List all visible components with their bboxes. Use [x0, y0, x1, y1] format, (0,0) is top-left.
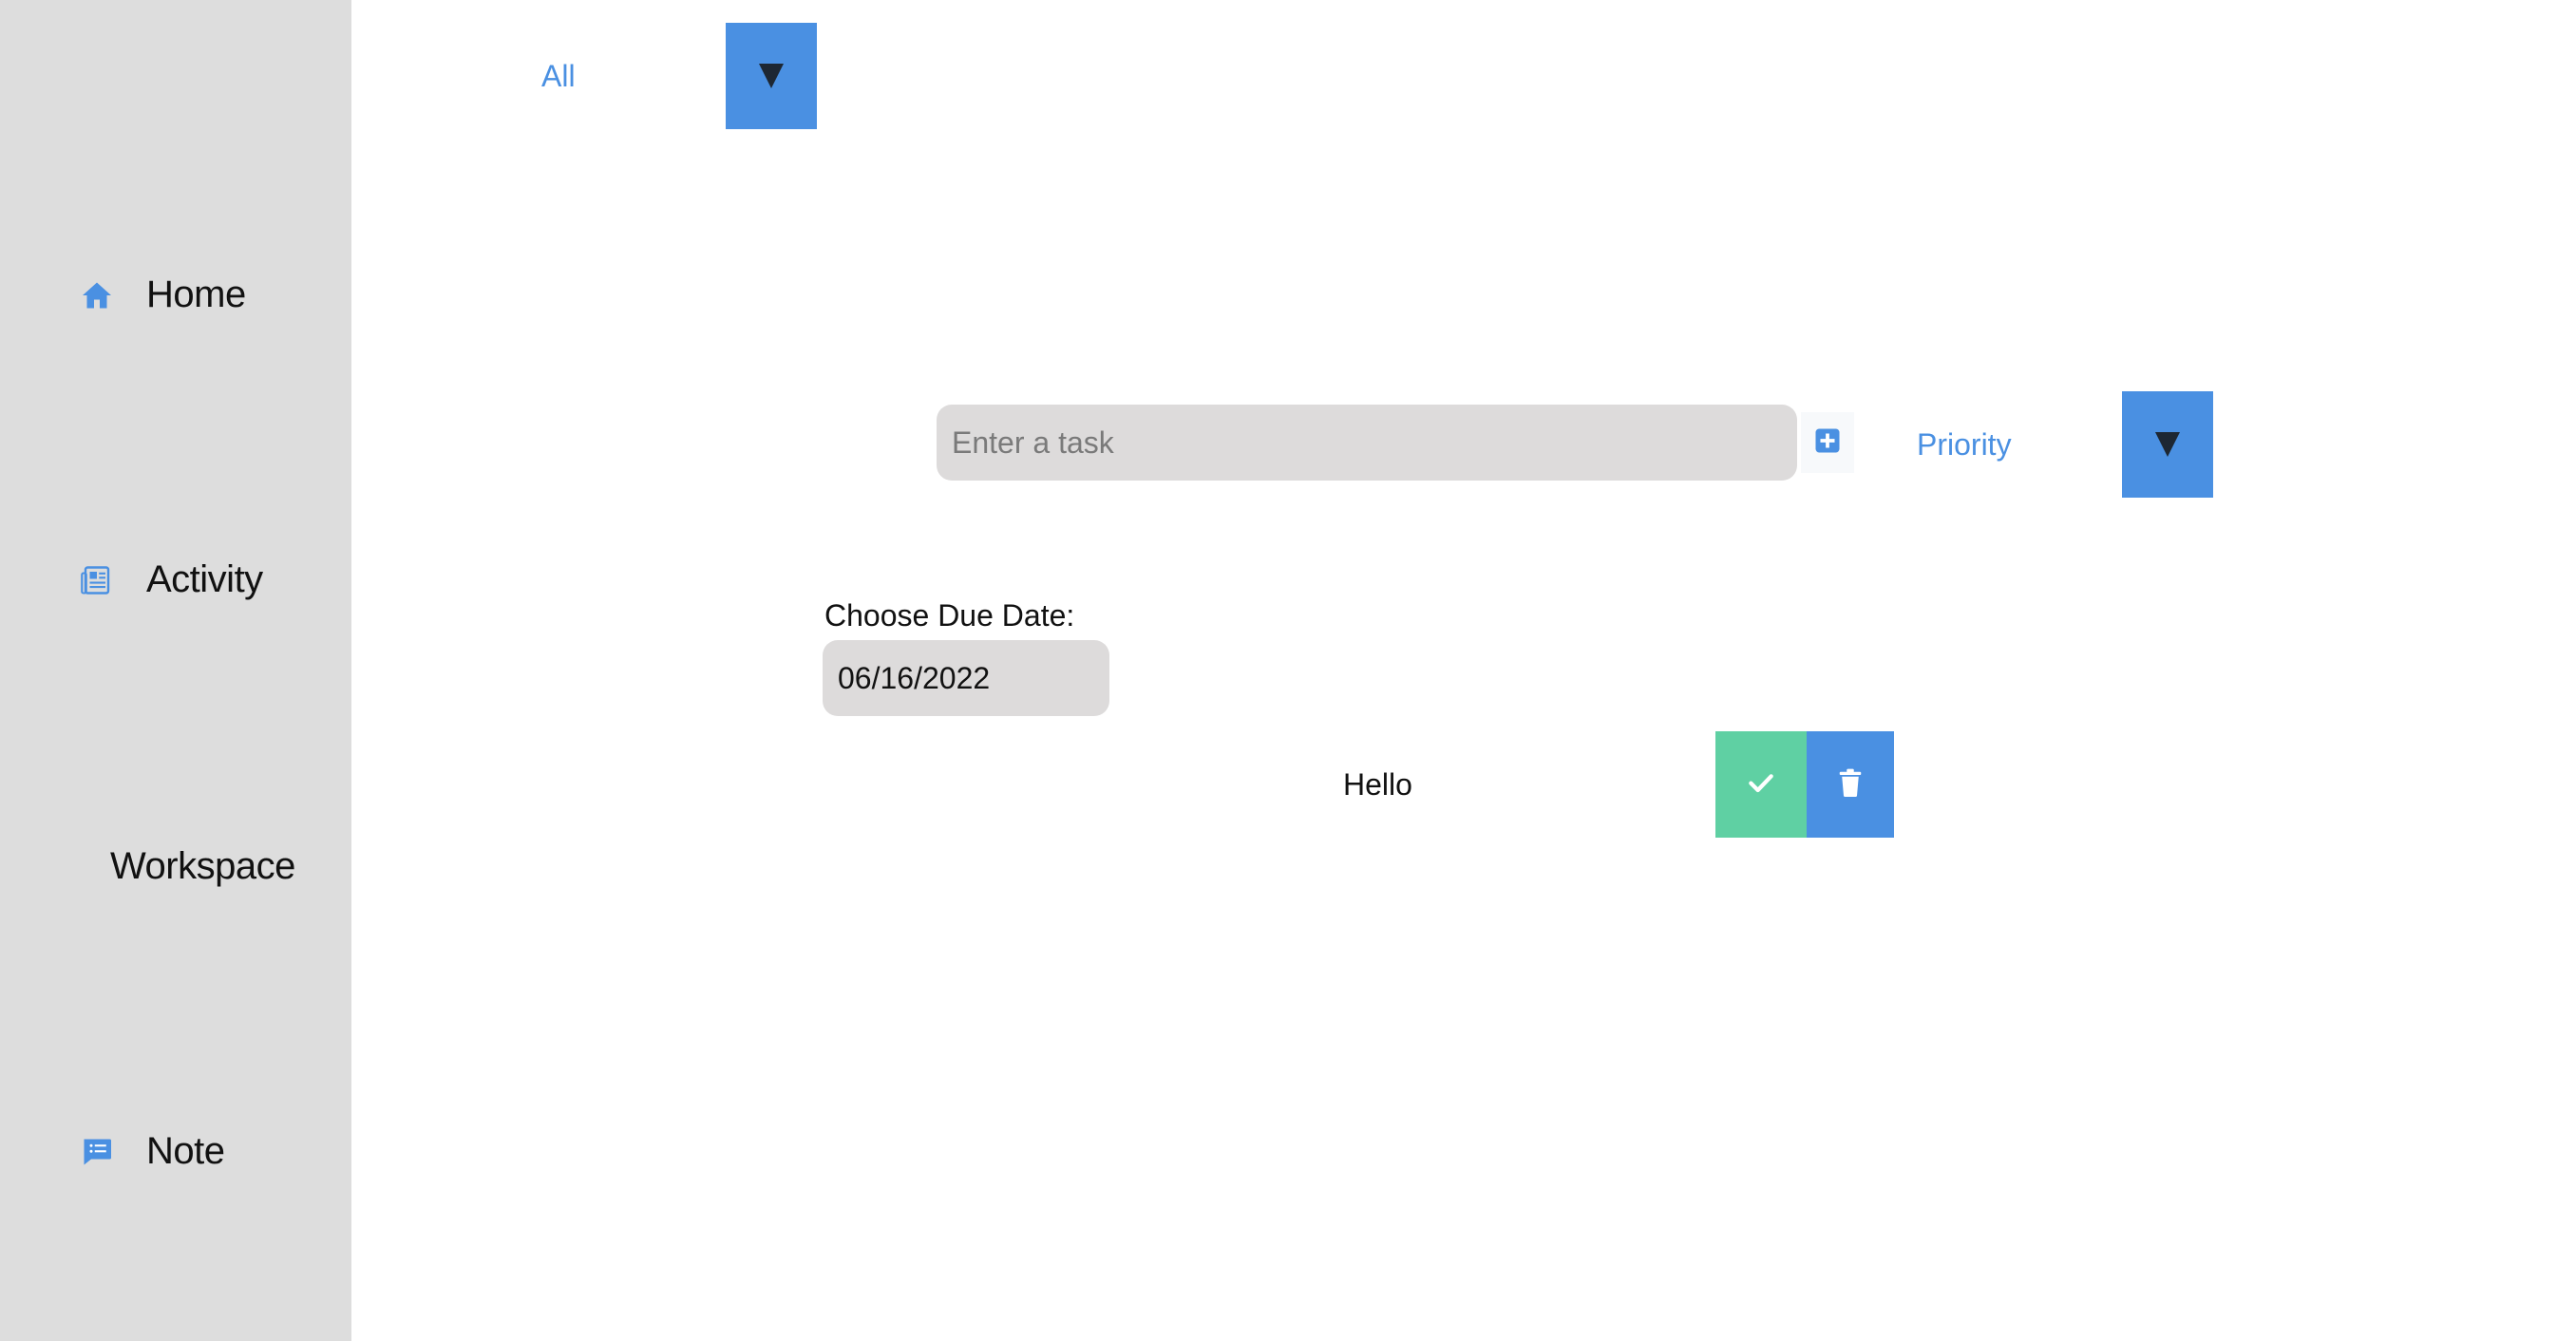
sidebar-item-label: Note	[146, 1130, 225, 1172]
check-icon	[1746, 767, 1776, 803]
sidebar-item-note[interactable]: Note	[80, 1130, 225, 1173]
todo-item: Hello	[1330, 731, 1900, 838]
add-task-button[interactable]	[1801, 412, 1854, 473]
filter-dropdown-button[interactable]	[726, 23, 817, 129]
filter-select[interactable]: All	[418, 23, 817, 129]
complete-button[interactable]	[1715, 731, 1807, 838]
due-date-label: Choose Due Date:	[824, 598, 1075, 633]
plus-square-icon	[1813, 426, 1842, 460]
comment-list-icon	[80, 1135, 114, 1169]
sidebar-item-home[interactable]: Home	[80, 274, 246, 316]
due-date-input[interactable]: 06/16/2022	[823, 640, 1109, 716]
due-date-value: 06/16/2022	[838, 660, 991, 695]
task-input[interactable]	[937, 405, 1797, 481]
sidebar-item-activity[interactable]: Activity	[80, 558, 263, 601]
sidebar-item-workspace[interactable]: Workspace	[110, 845, 295, 888]
sidebar-item-label: Workspace	[110, 845, 295, 887]
sidebar: Home Activity Workspace Note	[0, 0, 351, 1341]
triangle-down-icon	[759, 64, 784, 88]
trash-icon	[1836, 766, 1865, 803]
app-root: Home Activity Workspace Note All Enter a…	[0, 0, 2576, 1341]
todo-text: Hello	[1343, 767, 1412, 802]
home-icon	[80, 278, 114, 312]
sidebar-item-label: Activity	[146, 558, 263, 600]
priority-dropdown-button[interactable]	[2122, 391, 2213, 498]
filter-selected-value: All	[541, 58, 576, 93]
delete-button[interactable]	[1807, 731, 1894, 838]
priority-select[interactable]: Priority	[1890, 391, 2213, 498]
sidebar-item-label: Home	[146, 274, 246, 315]
priority-selected-value: Priority	[1917, 426, 2012, 462]
triangle-down-icon	[2155, 432, 2180, 457]
newspaper-icon	[80, 563, 114, 597]
